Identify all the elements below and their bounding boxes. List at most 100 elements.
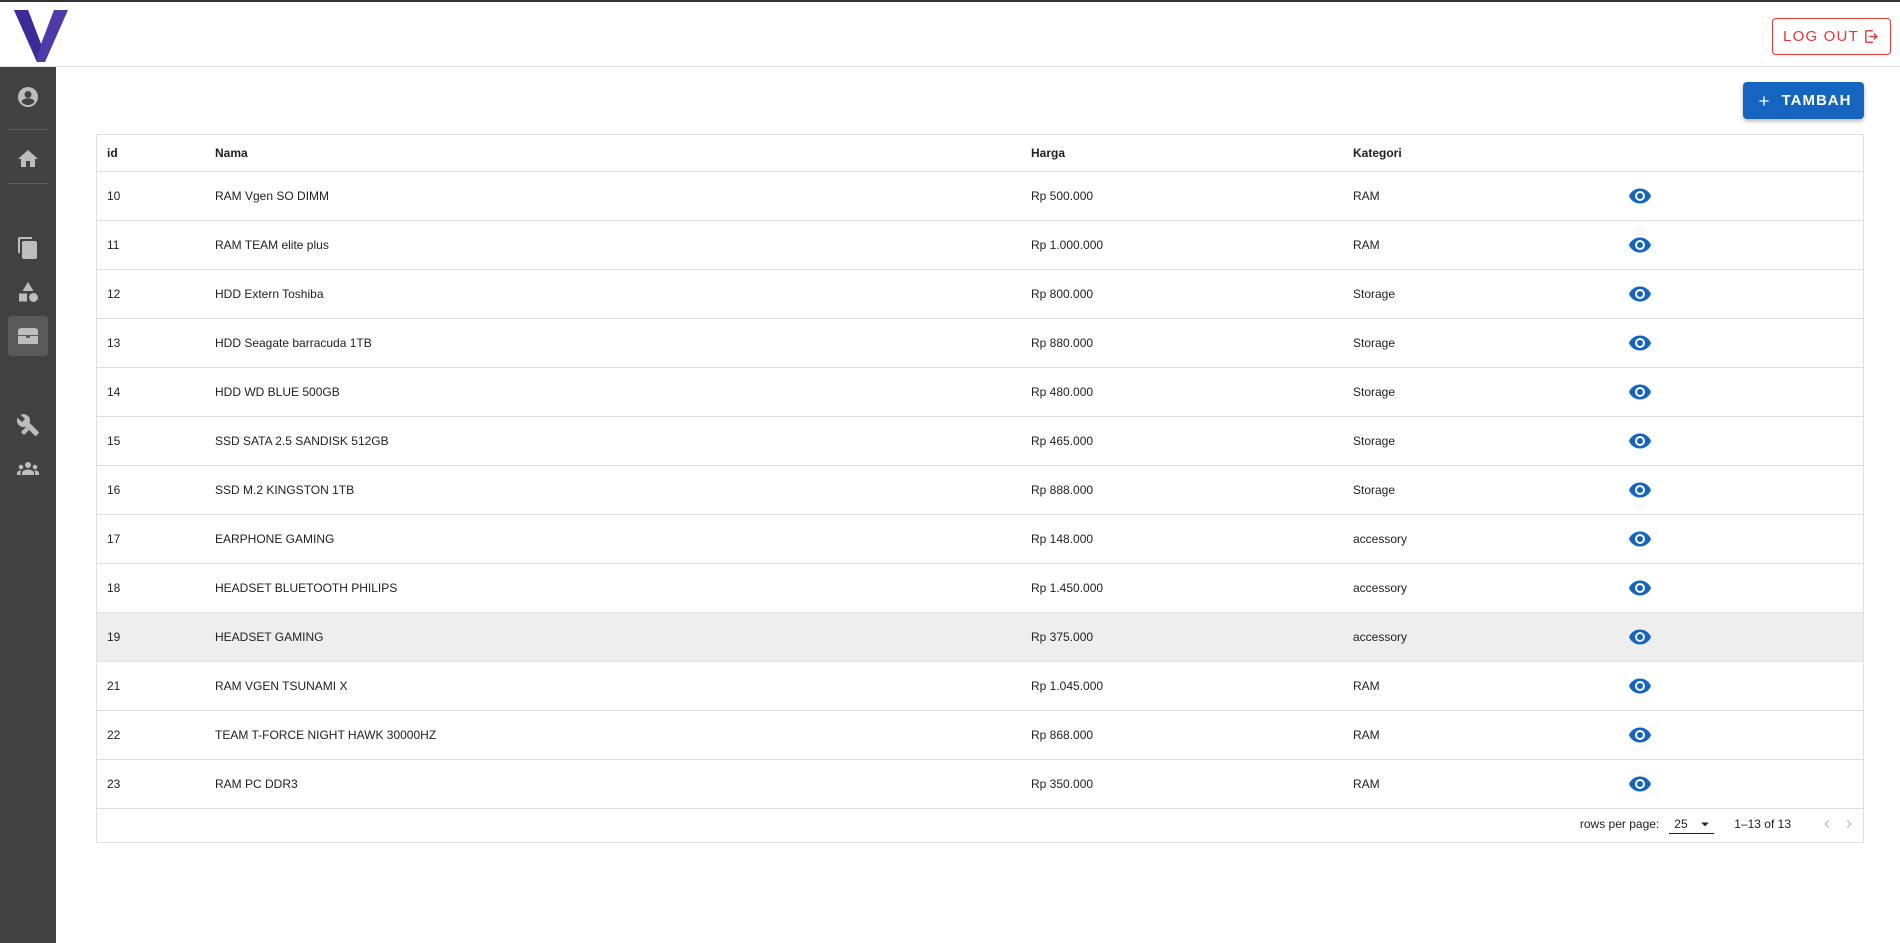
eye-icon[interactable] xyxy=(1628,429,1652,453)
account-circle-icon xyxy=(18,87,38,107)
cell-actions xyxy=(1629,269,1863,319)
table-row[interactable]: 14 HDD WD BLUE 500GB Rp 480.000 Storage xyxy=(97,367,1863,417)
table-row[interactable]: 15 SSD SATA 2.5 SANDISK 512GB Rp 465.000 St… xyxy=(97,416,1863,466)
table-row[interactable]: 23 RAM PC DDR3 Rp 350.000 RAM xyxy=(97,759,1863,809)
cell-actions xyxy=(1629,171,1863,221)
eye-icon[interactable] xyxy=(1628,772,1652,796)
cell-actions xyxy=(1629,661,1863,711)
cell-harga: Rp 800.000 xyxy=(1031,269,1353,319)
column-header-kategori[interactable]: Kategori xyxy=(1353,135,1633,172)
app-logo[interactable] xyxy=(14,10,68,62)
cell-id: 17 xyxy=(97,514,215,564)
cell-id: 12 xyxy=(97,269,215,319)
column-header-actions xyxy=(1633,135,1863,172)
table-footer: rows per page: 25 1–13 of 13 xyxy=(97,806,1863,842)
cell-actions xyxy=(1629,612,1863,662)
cell-nama: SSD SATA 2.5 SANDISK 512GB xyxy=(215,416,1031,466)
table-row[interactable]: 17 EARPHONE GAMING Rp 148.000 accessory xyxy=(97,514,1863,564)
cell-harga: Rp 868.000 xyxy=(1031,710,1353,760)
table-row[interactable]: 11 RAM TEAM elite plus Rp 1.000.000 RAM xyxy=(97,220,1863,270)
cell-id: 11 xyxy=(97,220,215,270)
sidebar-divider xyxy=(8,129,48,130)
table-row[interactable]: 12 HDD Extern Toshiba Rp 800.000 Storage xyxy=(97,269,1863,319)
cell-nama: EARPHONE GAMING xyxy=(215,514,1031,564)
eye-icon[interactable] xyxy=(1628,233,1652,257)
eye-icon[interactable] xyxy=(1628,576,1652,600)
sidebar xyxy=(0,67,56,943)
cell-id: 21 xyxy=(97,661,215,711)
cell-actions xyxy=(1629,465,1863,515)
column-header-harga[interactable]: Harga xyxy=(1031,135,1353,172)
cell-actions xyxy=(1629,318,1863,368)
sidebar-item-home[interactable] xyxy=(8,139,48,179)
column-header-nama[interactable]: Nama xyxy=(215,135,1031,172)
table-row[interactable]: 16 SSD M.2 KINGSTON 1TB Rp 888.000 Storage xyxy=(97,465,1863,515)
sidebar-item-tools[interactable] xyxy=(8,405,48,445)
cell-id: 19 xyxy=(97,612,215,662)
table-header-row: id Nama Harga Kategori xyxy=(97,135,1863,172)
column-header-id[interactable]: id xyxy=(97,135,215,172)
sidebar-item-profile[interactable] xyxy=(8,77,48,117)
table-row[interactable]: 22 TEAM T-FORCE NIGHT HAWK 30000HZ Rp 868.… xyxy=(97,710,1863,760)
cell-kategori: accessory xyxy=(1353,514,1633,564)
cell-kategori: accessory xyxy=(1353,563,1633,613)
cell-id: 15 xyxy=(97,416,215,466)
table-row[interactable]: 13 HDD Seagate barracuda 1TB Rp 880.000 Sto… xyxy=(97,318,1863,368)
eye-icon[interactable] xyxy=(1628,380,1652,404)
table-row[interactable]: 18 HEADSET BLUETOOTH PHILIPS Rp 1.450.000 a… xyxy=(97,563,1863,613)
add-button[interactable]: TAMBAH xyxy=(1743,82,1864,119)
logout-button[interactable]: LOG OUT xyxy=(1772,18,1891,55)
eye-icon[interactable] xyxy=(1628,625,1652,649)
cell-kategori: RAM xyxy=(1353,171,1633,221)
cell-nama: RAM TEAM elite plus xyxy=(215,220,1031,270)
eye-icon[interactable] xyxy=(1628,478,1652,502)
cell-actions xyxy=(1629,710,1863,760)
cell-actions xyxy=(1629,563,1863,613)
cell-harga: Rp 375.000 xyxy=(1031,612,1353,662)
eye-icon[interactable] xyxy=(1628,723,1652,747)
cell-harga: Rp 880.000 xyxy=(1031,318,1353,368)
next-page-button[interactable] xyxy=(1839,814,1859,834)
add-label: TAMBAH xyxy=(1781,92,1852,109)
eye-icon[interactable] xyxy=(1628,331,1652,355)
sidebar-item-products[interactable] xyxy=(8,316,48,356)
table-row[interactable]: 19 HEADSET GAMING Rp 375.000 accessory xyxy=(97,612,1863,662)
rows-per-page-select[interactable]: 25 xyxy=(1669,814,1715,834)
cell-nama: HDD Seagate barracuda 1TB xyxy=(215,318,1031,368)
cell-actions xyxy=(1629,416,1863,466)
cell-nama: RAM VGEN TSUNAMI X xyxy=(215,661,1031,711)
cell-harga: Rp 1.000.000 xyxy=(1031,220,1353,270)
cell-id: 22 xyxy=(97,710,215,760)
table-row[interactable]: 21 RAM VGEN TSUNAMI X Rp 1.045.000 RAM xyxy=(97,661,1863,711)
cell-nama: RAM PC DDR3 xyxy=(215,759,1031,809)
cell-kategori: Storage xyxy=(1353,269,1633,319)
table-row[interactable]: 10 RAM Vgen SO DIMM Rp 500.000 RAM xyxy=(97,171,1863,221)
cell-kategori: accessory xyxy=(1353,612,1633,662)
app-bar: LOG OUT xyxy=(0,0,1900,67)
cell-actions xyxy=(1629,367,1863,417)
cell-id: 18 xyxy=(97,563,215,613)
cell-nama: RAM Vgen SO DIMM xyxy=(215,171,1031,221)
sidebar-item-documents[interactable] xyxy=(8,228,48,268)
eye-icon[interactable] xyxy=(1628,674,1652,698)
cell-nama: SSD M.2 KINGSTON 1TB xyxy=(215,465,1031,515)
tools-icon xyxy=(16,414,39,436)
caret-down-icon xyxy=(1701,822,1710,826)
cell-id: 16 xyxy=(97,465,215,515)
rows-per-page-label: rows per page: xyxy=(1579,817,1660,831)
cell-kategori: Storage xyxy=(1353,367,1633,417)
sidebar-item-categories[interactable] xyxy=(8,272,48,312)
cell-nama: HEADSET BLUETOOTH PHILIPS xyxy=(215,563,1031,613)
cell-id: 13 xyxy=(97,318,215,368)
previous-page-button[interactable] xyxy=(1817,814,1837,834)
chevron-left-icon xyxy=(1824,820,1830,828)
cell-kategori: Storage xyxy=(1353,318,1633,368)
eye-icon[interactable] xyxy=(1628,282,1652,306)
eye-icon[interactable] xyxy=(1628,527,1652,551)
cell-kategori: RAM xyxy=(1353,710,1633,760)
chevron-right-icon xyxy=(1846,820,1852,828)
sidebar-item-users[interactable] xyxy=(8,449,48,489)
logout-label: LOG OUT xyxy=(1783,28,1859,45)
eye-icon[interactable] xyxy=(1628,184,1652,208)
cell-actions xyxy=(1629,759,1863,809)
